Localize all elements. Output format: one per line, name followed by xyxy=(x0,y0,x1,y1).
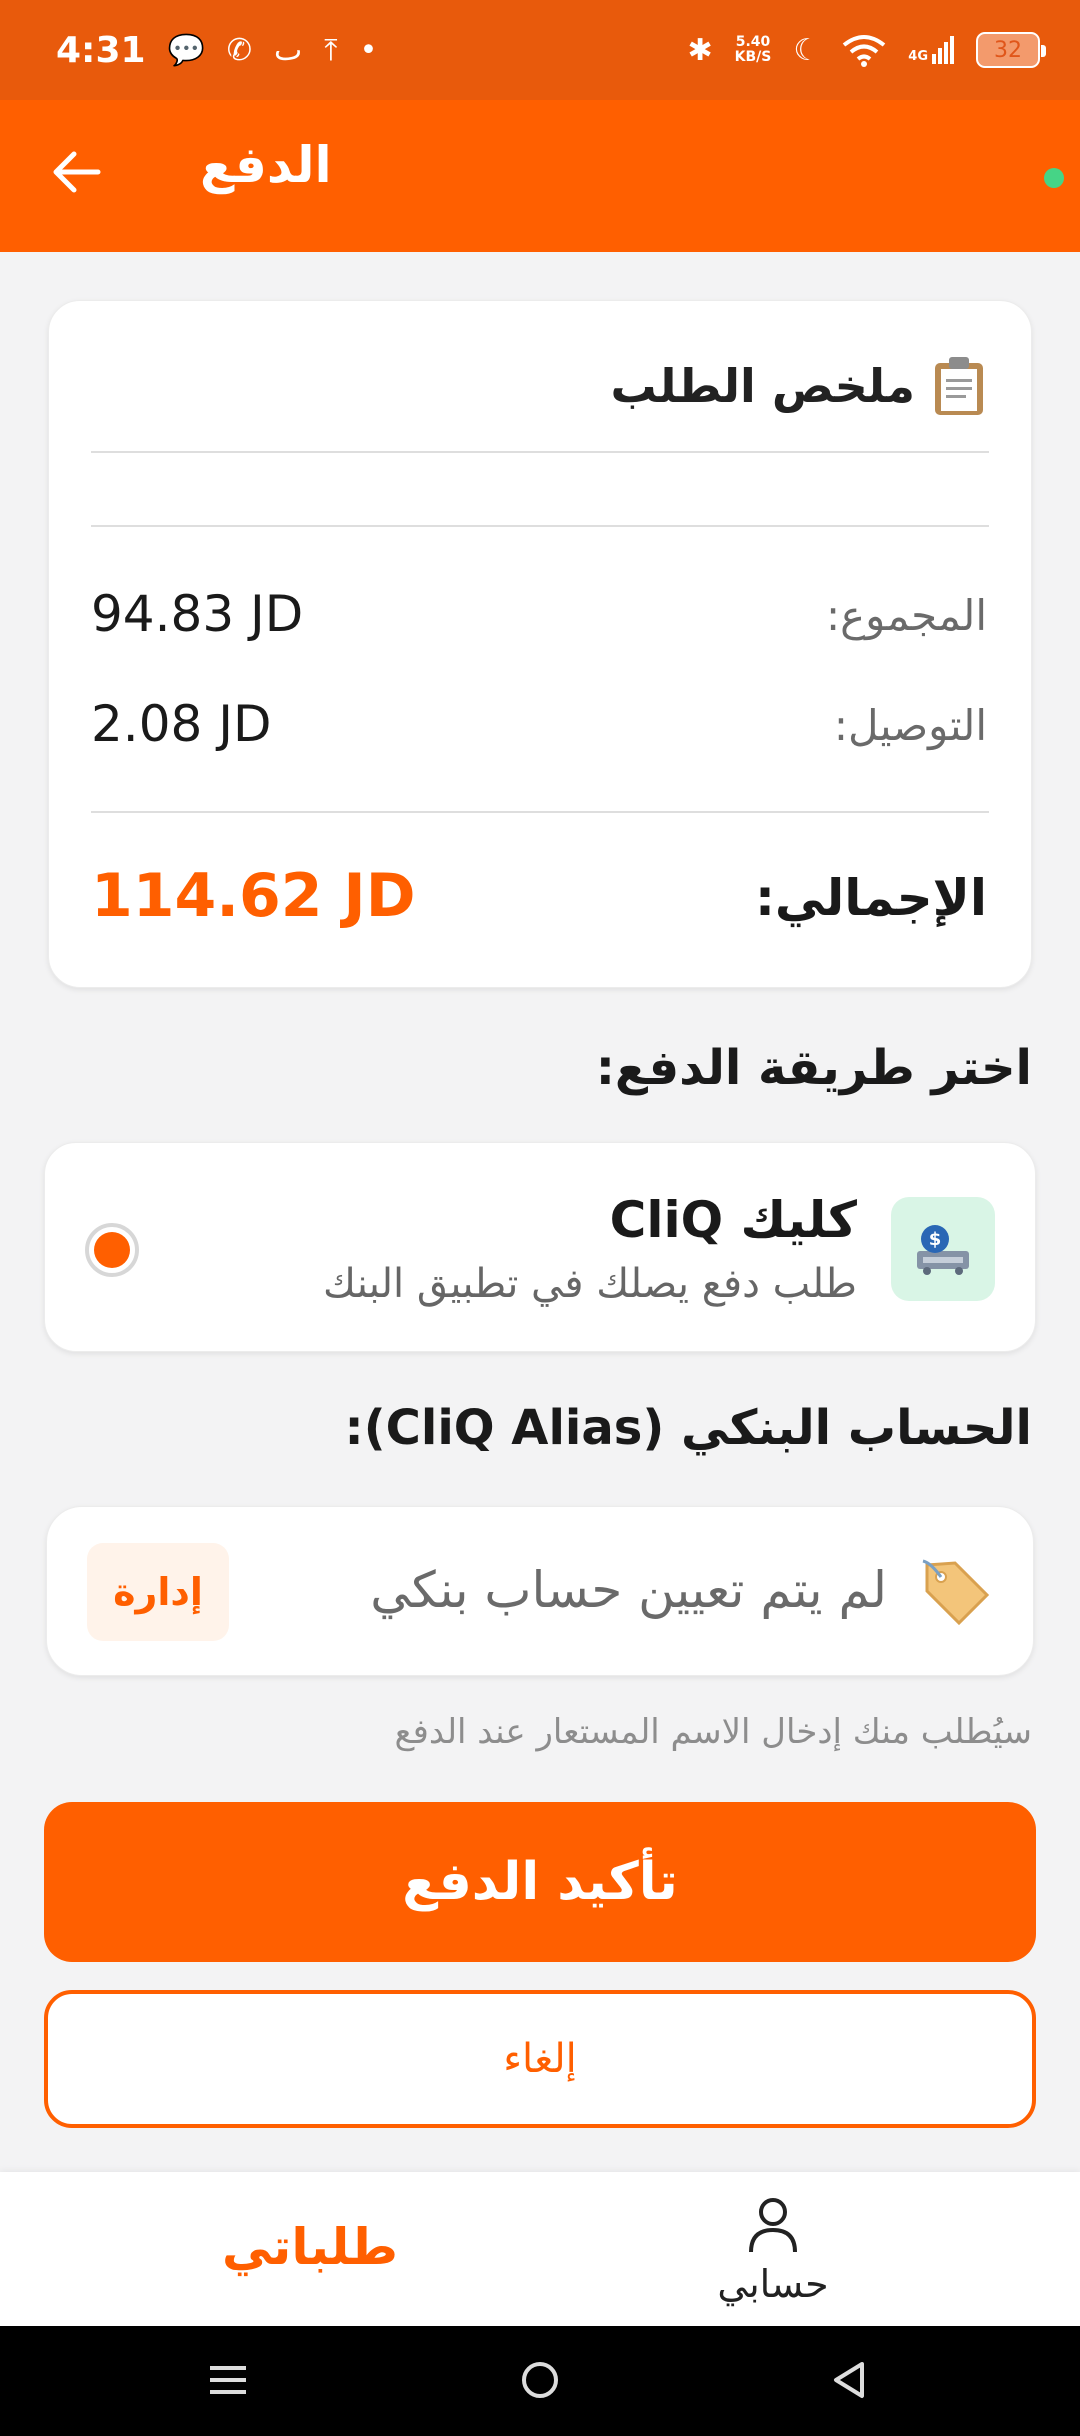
money-transfer-icon: $ xyxy=(917,1225,969,1275)
network-type: 4G xyxy=(908,49,928,64)
clipboard-icon xyxy=(935,357,983,415)
chat-bubble-icon: 💬 xyxy=(167,32,205,68)
delivery-value: 2.08 JD xyxy=(91,695,272,753)
upload-icon: ⤒ xyxy=(324,32,338,68)
nav-orders[interactable]: طلباتي xyxy=(220,2218,400,2276)
cliq-logo: $ xyxy=(891,1197,995,1301)
status-left: 4:31 💬 ✆ ٮ ⤒ • xyxy=(56,30,377,71)
bottom-nav: حسابي طلباتي xyxy=(0,2172,1080,2326)
cell-signal: 4G xyxy=(908,36,954,64)
radio-selected-dot xyxy=(94,1232,130,1268)
home-icon[interactable] xyxy=(520,2360,560,2400)
summary-title: ملخص الطلب xyxy=(610,359,915,413)
battery-icon: 32 xyxy=(976,32,1046,68)
confirm-payment-button[interactable]: تأكيد الدفع xyxy=(44,1802,1036,1962)
alias-hint: سيُطلب منك إدخال الاسم المستعار عند الدف… xyxy=(394,1712,1033,1752)
system-nav-bar xyxy=(0,2326,1080,2436)
no-bank-account-text: لم يتم تعيين حساب بنكي xyxy=(370,1561,887,1619)
live-indicator-dot xyxy=(1044,168,1064,188)
whatsapp-icon: ✆ xyxy=(226,32,253,68)
status-time: 4:31 xyxy=(56,29,146,71)
method-description: طلب دفع يصلك في تطبيق البنك xyxy=(323,1261,857,1307)
payment-method-cliq[interactable]: $ كليك CliQ طلب دفع يصلك في تطبيق البنك xyxy=(44,1142,1036,1352)
total-value: 114.62 JD xyxy=(91,861,416,931)
battery-level: 32 xyxy=(994,37,1022,63)
user-icon xyxy=(749,2198,797,2253)
divider xyxy=(91,525,989,527)
nav-account-label: حسابي xyxy=(717,2262,829,2306)
order-summary-card: ملخص الطلب المجموع: 94.83 JD التوصيل: 2.… xyxy=(48,300,1032,988)
app-bar: الدفع xyxy=(0,100,1080,252)
divider xyxy=(91,451,989,453)
manage-button[interactable]: إدارة xyxy=(87,1543,229,1641)
status-right: ✱ 5.40 KB/S ☾ 4G 32 xyxy=(687,32,1046,68)
payment-method-title: اختر طريقة الدفع: xyxy=(595,1040,1032,1096)
status-bar: 4:31 💬 ✆ ٮ ⤒ • ✱ 5.40 KB/S ☾ 4G 32 xyxy=(0,0,1080,100)
summary-header: ملخص الطلب xyxy=(610,355,987,417)
page-title: الدفع xyxy=(200,136,332,194)
app-notification-icon: ٮ xyxy=(274,32,303,68)
subtotal-value: 94.83 JD xyxy=(91,585,304,643)
net-speed: 5.40 KB/S xyxy=(735,35,772,65)
wifi-icon xyxy=(843,35,886,67)
net-speed-unit: KB/S xyxy=(734,49,772,65)
nav-account[interactable]: حسابي xyxy=(688,2194,858,2306)
moon-icon: ☾ xyxy=(793,32,821,68)
back-arrow-icon[interactable] xyxy=(48,140,104,204)
tag-icon xyxy=(922,1559,990,1626)
bank-alias-title: الحساب البنكي (CliQ Alias): xyxy=(344,1400,1032,1456)
method-name: كليك CliQ xyxy=(609,1191,857,1249)
recent-apps-icon[interactable] xyxy=(208,2360,248,2400)
more-notifications-dot-icon: • xyxy=(359,32,378,68)
total-label: الإجمالي: xyxy=(754,869,987,927)
cancel-button[interactable]: إلغاء xyxy=(44,1990,1036,2128)
system-back-icon[interactable] xyxy=(830,2360,870,2400)
divider xyxy=(91,811,989,813)
method-radio[interactable] xyxy=(85,1223,139,1277)
net-speed-value: 5.40 xyxy=(735,34,771,50)
svg-text:$: $ xyxy=(929,1229,942,1250)
delivery-label: التوصيل: xyxy=(833,701,987,750)
bluetooth-icon: ✱ xyxy=(687,32,713,68)
subtotal-label: المجموع: xyxy=(825,591,987,640)
bank-alias-card: لم يتم تعيين حساب بنكي إدارة xyxy=(46,1506,1034,1676)
